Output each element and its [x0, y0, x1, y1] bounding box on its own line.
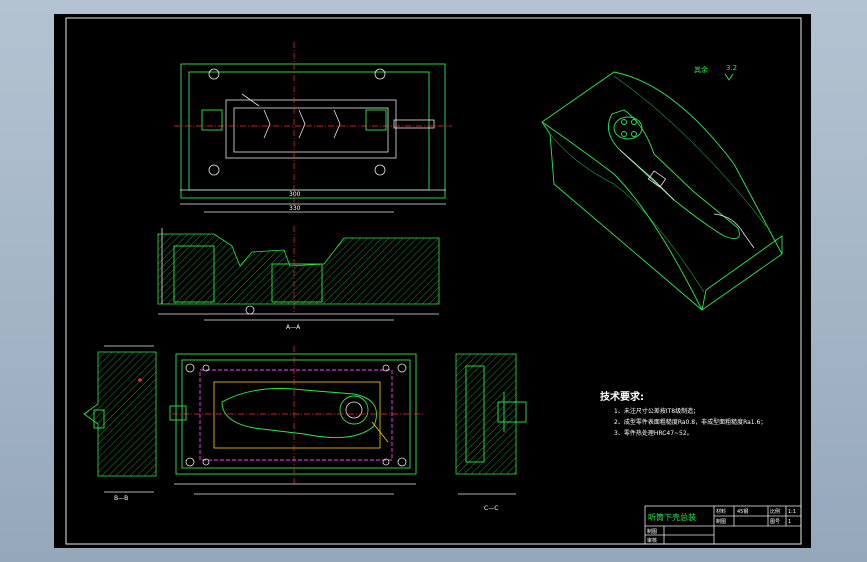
drawing-sheet: 300 330 A—A B—B C—C 其余 3.2 技术要求: 1、未注尺寸公… — [54, 14, 811, 548]
right-section: C—C — [455, 353, 527, 512]
svg-text:330: 330 — [289, 205, 301, 212]
section-label-bb: B—B — [114, 495, 128, 502]
tech-title: 技术要求: — [600, 390, 644, 403]
tech-item-3: 3、零件热处理HRC47~52。 — [614, 429, 693, 437]
label-drawer-2: 制图 — [647, 528, 657, 535]
label-material: 材料 — [716, 508, 726, 515]
label-scale: 比例 — [770, 508, 780, 515]
plan-view — [169, 346, 424, 495]
sheet-value: 1 — [788, 519, 791, 525]
drawing-name: 听筒下壳总装 — [648, 512, 696, 522]
isometric-view: 其余 3.2 — [541, 64, 783, 311]
scale-value: 1:1 — [788, 509, 796, 515]
label-drawer: 制图 — [716, 518, 726, 525]
roughness-value: 3.2 — [726, 64, 737, 72]
top-view: 300 330 — [174, 42, 452, 213]
left-section: B—B — [83, 345, 157, 502]
tech-requirements: 技术要求: 1、未注尺寸公差按IT8级制造； 2、成型零件表面粗糙度Ra0.8，… — [600, 390, 766, 437]
svg-text:300: 300 — [289, 191, 301, 198]
cad-drawing: 300 330 A—A B—B C—C 其余 3.2 技术要求: 1、未注尺寸公… — [65, 17, 802, 545]
tech-item-2: 2、成型零件表面粗糙度Ra0.8，非成型面粗糙度Ra1.6； — [614, 418, 766, 426]
roughness-note: 其余 — [694, 65, 708, 74]
label-sheet: 图号 — [770, 519, 780, 525]
material-value: 45钢 — [737, 508, 748, 515]
section-label-aa: A—A — [286, 324, 301, 331]
section-label-cc: C—C — [484, 505, 498, 512]
label-review: 审核 — [647, 537, 657, 544]
title-block: 听筒下壳总装 材料 45钢 比例 1:1 制图 图号 1 制图 审核 — [644, 505, 802, 545]
front-section: A—A — [157, 226, 440, 331]
tech-item-1: 1、未注尺寸公差按IT8级制造； — [614, 407, 699, 415]
